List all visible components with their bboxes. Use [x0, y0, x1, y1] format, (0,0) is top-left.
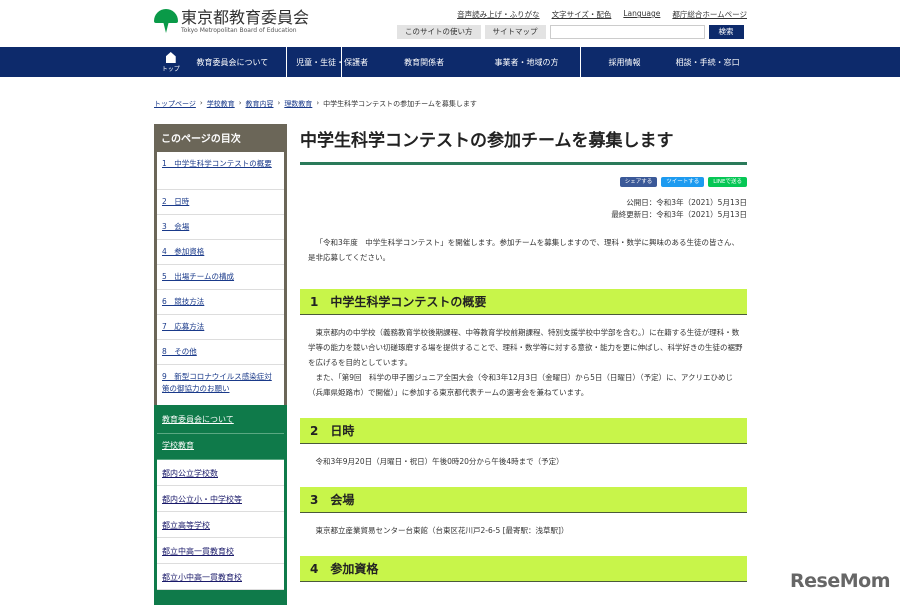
section-heading: 1 中学生科学コンテストの概要 — [300, 289, 747, 315]
search-button[interactable]: 検索 — [708, 25, 744, 39]
line-share-button[interactable]: LINEで送る — [708, 177, 747, 187]
section-heading: 2 日時 — [300, 418, 747, 444]
global-nav: トップ 教育委員会について 児童・生徒・保護者 教育関係者 事業者・地域の方 採… — [154, 47, 747, 77]
breadcrumb-science[interactable]: 理数教育 — [284, 99, 312, 109]
logo-title: 東京都教育委員会 — [181, 8, 310, 27]
section-heading: 3 会場 — [300, 487, 747, 513]
main-content: 中学生科学コンテストの参加チームを募集します シェアする ツイートする LINE… — [300, 130, 747, 592]
local-nav-item[interactable]: 都立小中高一貫教育校 — [162, 573, 242, 582]
header-tools: このサイトの使い方 サイトマップ 検索 — [397, 25, 744, 39]
utility-links: 音声読み上げ・ふりがな 文字サイズ・配色 Language 都庁総合ホームページ — [457, 9, 747, 20]
sitemap-button[interactable]: サイトマップ — [484, 25, 546, 39]
toc-item[interactable]: 9 新型コロナウイルス感染症対策の御協力のお願い — [162, 372, 272, 393]
tocho-home-link[interactable]: 都庁総合ホームページ — [672, 9, 747, 20]
font-size-link[interactable]: 文字サイズ・配色 — [552, 9, 612, 20]
nav-item-consult[interactable]: 相談・手続・窓口 — [668, 47, 747, 77]
nav-home-label: トップ — [161, 66, 180, 73]
local-nav: 教育委員会について 学校教育 都内公立学校数 都内公立小・中学校等 都立高等学校… — [154, 405, 287, 605]
local-nav-item[interactable]: 都立高等学校 — [162, 521, 210, 530]
page-title: 中学生科学コンテストの参加チームを募集します — [300, 130, 747, 165]
home-icon — [165, 52, 176, 63]
toc-item[interactable]: 1 中学生科学コンテストの概要 — [162, 159, 272, 168]
breadcrumb-current: 中学生科学コンテストの参加チームを募集します — [323, 100, 477, 108]
local-nav-section[interactable]: 教育委員会について — [162, 415, 234, 424]
nav-item-recruit[interactable]: 採用情報 — [579, 47, 669, 77]
resemom-watermark: ReseMom — [790, 570, 890, 592]
twitter-share-button[interactable]: ツイートする — [661, 177, 705, 187]
section-heading: 4 参加資格 — [300, 556, 747, 582]
toc-item[interactable]: 5 出場チームの構成 — [162, 272, 234, 281]
section-text: また、「第9回 科学の甲子園ジュニア全国大会（令和3年12月3日（金曜日）から5… — [308, 373, 734, 397]
breadcrumb-content[interactable]: 教育内容 — [246, 99, 274, 109]
nav-home[interactable]: トップ — [154, 47, 187, 77]
local-nav-item[interactable]: 都内公立小・中学校等 — [162, 495, 242, 504]
section-text: 東京都内の中学校（義務教育学校後期課程、中等教育学校前期課程、特別支援学校中学部… — [308, 328, 743, 367]
local-nav-item[interactable]: 都内公立学校数 — [162, 469, 218, 478]
breadcrumb: トップページ › 学校教育 › 教育内容 › 理数教育 › 中学生科学コンテストの参加チ… — [154, 99, 477, 109]
breadcrumb-top[interactable]: トップページ — [154, 99, 196, 109]
language-link[interactable]: Language — [623, 9, 660, 20]
updated-date: 最終更新日：令和3年（2021）5月13日 — [611, 210, 747, 219]
page-toc: このページの目次 1 中学生科学コンテストの概要 2 日時 3 会場 4 参加資… — [154, 124, 287, 412]
toc-item[interactable]: 4 参加資格 — [162, 247, 204, 256]
intro-text: 「令和3年度 中学生科学コンテスト」を開催します。参加チームを募集しますので、理… — [308, 238, 739, 262]
toc-item[interactable]: 7 応募方法 — [162, 322, 204, 331]
site-usage-button[interactable]: このサイトの使い方 — [397, 25, 481, 39]
local-nav-item[interactable]: 都立中高一貫教育校 — [162, 547, 234, 556]
toc-item[interactable]: 2 日時 — [162, 197, 189, 206]
site-logo[interactable]: 東京都教育委員会 Tokyo Metropolitan Board of Educ… — [154, 9, 309, 34]
nav-item-business[interactable]: 事業者・地域の方 — [473, 47, 579, 77]
logo-subtitle: Tokyo Metropolitan Board of Education — [181, 27, 297, 34]
published-date: 公開日：令和3年（2021）5月13日 — [626, 198, 747, 207]
toc-item[interactable]: 8 その他 — [162, 347, 197, 356]
share-buttons: シェアする ツイートする LINEで送る — [300, 177, 747, 187]
toc-title: このページの目次 — [157, 127, 284, 152]
local-nav-section[interactable]: 学校教育 — [162, 441, 194, 450]
nav-item-educators[interactable]: 教育関係者 — [375, 47, 473, 77]
furigana-link[interactable]: 音声読み上げ・ふりがな — [457, 9, 540, 20]
search-input[interactable] — [549, 25, 705, 39]
dates: 公開日：令和3年（2021）5月13日 最終更新日：令和3年（2021）5月13… — [300, 197, 747, 221]
ginkgo-logo-icon — [154, 9, 178, 33]
section-text: 東京都立産業貿易センター台東館（台東区花川戸2-6-5 [最寄駅：浅草駅]） — [315, 526, 569, 535]
section-text: 令和3年9月20日（月曜日・祝日）午後0時20分から午後4時まで（予定） — [315, 457, 564, 466]
breadcrumb-school[interactable]: 学校教育 — [207, 99, 235, 109]
nav-item-students[interactable]: 児童・生徒・保護者 — [286, 47, 375, 77]
facebook-share-button[interactable]: シェアする — [619, 177, 658, 187]
toc-item[interactable]: 6 競技方法 — [162, 297, 204, 306]
toc-item[interactable]: 3 会場 — [162, 222, 189, 231]
